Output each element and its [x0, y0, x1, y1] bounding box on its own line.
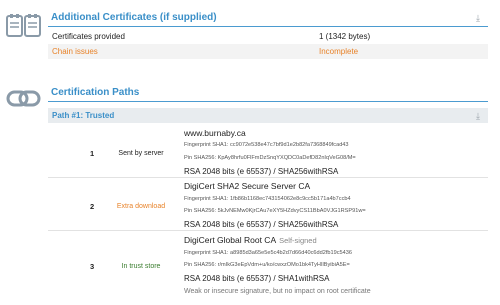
cert-row: 3 In trust store DigiCert Global Root CA… [48, 232, 488, 302]
cert-row: 2 Extra download DigiCert SHA2 Secure Se… [48, 179, 488, 230]
row-divider [48, 177, 488, 178]
download-icon[interactable]: ⤓ [476, 111, 480, 122]
key-algorithm: RSA 2048 bits (e 65537) / SHA256withRSA [184, 167, 339, 176]
trust-status: Extra download [116, 203, 166, 210]
self-signed-label: Self-signed [279, 236, 317, 245]
cert-number: 1 [90, 149, 95, 158]
chain-link-icon [6, 90, 41, 107]
cert-name: www.burnaby.ca [184, 128, 246, 138]
download-icon[interactable]: ⤓ [476, 13, 480, 24]
row-value: 1 (1342 bytes) [319, 32, 371, 41]
cert-name: DigiCert Global Root CA [184, 235, 277, 245]
key-algorithm: RSA 2048 bits (e 65537) / SHA1withRSA [184, 274, 330, 283]
trust-status: Sent by server [118, 150, 164, 157]
key-algorithm: RSA 2048 bits (e 65537) / SHA256withRSA [184, 220, 339, 229]
path-label: Path #1: Trusted [52, 111, 115, 120]
certificates-icon [6, 14, 41, 37]
certificates-provided-row: Certificates provided 1 (1342 bytes) [48, 29, 488, 44]
fingerprint-sha1: Fingerprint SHA1: 1fb86b1168ec743154062e… [184, 196, 351, 202]
pin-sha256: Pin SHA256: 5kJvNEMw0KjrCAu7eXY5HZdvyCS1… [184, 208, 366, 214]
pin-sha256: Pin SHA256: r/mIkG3eEpVdm+u/ko/cwxzOMo1b… [184, 262, 350, 268]
section-divider [48, 26, 488, 27]
cert-name: DigiCert SHA2 Secure Server CA [184, 181, 311, 191]
trust-status: In trust store [121, 263, 161, 270]
cert-number: 2 [90, 202, 95, 211]
certification-paths-title: Certification Paths [51, 87, 140, 98]
chain-issues-row: Chain issues Incomplete [48, 44, 488, 59]
chain-issues-value: Incomplete [319, 47, 359, 56]
section-divider [48, 101, 488, 102]
fingerprint-sha1: Fingerprint SHA1: cc9072e538e47c7bf9d1e2… [184, 142, 349, 148]
row-label: Chain issues [52, 47, 98, 56]
cert-name-line: DigiCert Global Root CA Self-signed [184, 235, 317, 245]
path-header: Path #1: Trusted [48, 108, 488, 123]
additional-certificates-title: Additional Certificates (if supplied) [51, 12, 217, 23]
row-label: Certificates provided [52, 32, 125, 41]
pin-sha256: Pin SHA256: KpAy8hrfu0FlFmDzSnqYXQDC0aDe… [184, 155, 356, 161]
cert-number: 3 [90, 262, 95, 271]
cert-row: 1 Sent by server www.burnaby.ca Fingerpr… [48, 126, 488, 181]
row-divider [48, 230, 488, 231]
weak-signature-note: Weak or insecure signature, but no impac… [184, 288, 371, 295]
fingerprint-sha1: Fingerprint SHA1: a8985d3a65e5e5c4b2d7d6… [184, 250, 352, 256]
